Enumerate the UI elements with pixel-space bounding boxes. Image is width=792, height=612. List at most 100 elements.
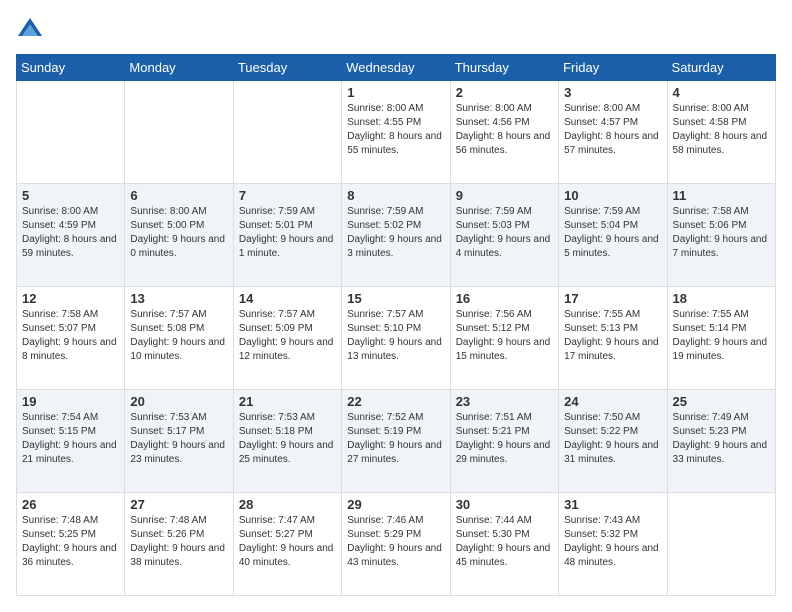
cell-content: Sunrise: 7:48 AM Sunset: 5:25 PM Dayligh… bbox=[22, 514, 119, 570]
day-number: 29 bbox=[347, 497, 444, 512]
cell-content: Sunrise: 7:58 AM Sunset: 5:07 PM Dayligh… bbox=[22, 308, 119, 364]
day-number: 28 bbox=[239, 497, 336, 512]
logo-icon bbox=[16, 16, 44, 44]
calendar-cell: 14Sunrise: 7:57 AM Sunset: 5:09 PM Dayli… bbox=[233, 287, 341, 390]
weekday-header-monday: Monday bbox=[125, 55, 233, 81]
day-number: 13 bbox=[130, 291, 227, 306]
day-number: 7 bbox=[239, 188, 336, 203]
cell-content: Sunrise: 7:55 AM Sunset: 5:14 PM Dayligh… bbox=[673, 308, 770, 364]
calendar-cell bbox=[125, 81, 233, 184]
day-number: 19 bbox=[22, 394, 119, 409]
calendar-cell: 24 Sunrise: 7:50 AM Sunset: 5:22 PM Dayli… bbox=[559, 390, 667, 493]
page: SundayMondayTuesdayWednesdayThursdayFrid… bbox=[0, 0, 792, 612]
day-number: 30 bbox=[456, 497, 553, 512]
calendar-cell: 11 Sunrise: 7:58 AM Sunset: 5:06 PM Dayli… bbox=[667, 184, 775, 287]
weekday-header-saturday: Saturday bbox=[667, 55, 775, 81]
cell-content: Sunrise: 7:44 AM Sunset: 5:30 PM Dayligh… bbox=[456, 514, 553, 570]
calendar-cell: 16Sunrise: 7:56 AM Sunset: 5:12 PM Dayli… bbox=[450, 287, 558, 390]
day-number: 11 bbox=[673, 188, 770, 203]
calendar-cell: 4 Sunrise: 8:00 AM Sunset: 4:58 PM Daylig… bbox=[667, 81, 775, 184]
day-number: 21 bbox=[239, 394, 336, 409]
calendar-cell: 13Sunrise: 7:57 AM Sunset: 5:08 PM Dayli… bbox=[125, 287, 233, 390]
calendar-cell: 30 Sunrise: 7:44 AM Sunset: 5:30 PM Dayli… bbox=[450, 493, 558, 596]
weekday-header-row: SundayMondayTuesdayWednesdayThursdayFrid… bbox=[17, 55, 776, 81]
calendar-cell: 10 Sunrise: 7:59 AM Sunset: 5:04 PM Dayli… bbox=[559, 184, 667, 287]
calendar-cell: 18 Sunrise: 7:55 AM Sunset: 5:14 PM Dayli… bbox=[667, 287, 775, 390]
calendar-cell: 5 Sunrise: 8:00 AM Sunset: 4:59 PM Daylig… bbox=[17, 184, 125, 287]
calendar-cell: 22 Sunrise: 7:52 AM Sunset: 5:19 PM Dayli… bbox=[342, 390, 450, 493]
cell-content: Sunrise: 7:57 AM Sunset: 5:10 PM Dayligh… bbox=[347, 308, 444, 364]
calendar-cell bbox=[667, 493, 775, 596]
day-number: 23 bbox=[456, 394, 553, 409]
day-number: 25 bbox=[673, 394, 770, 409]
calendar-cell: 26 Sunrise: 7:48 AM Sunset: 5:25 PM Dayli… bbox=[17, 493, 125, 596]
cell-content: Sunrise: 8:00 AM Sunset: 4:55 PM Dayligh… bbox=[347, 102, 444, 158]
calendar-week-row: 5 Sunrise: 8:00 AM Sunset: 4:59 PM Daylig… bbox=[17, 184, 776, 287]
day-number: 5 bbox=[22, 188, 119, 203]
calendar-cell: 3Sunrise: 8:00 AM Sunset: 4:57 PM Daylig… bbox=[559, 81, 667, 184]
day-number: 24 bbox=[564, 394, 661, 409]
cell-content: Sunrise: 7:57 AM Sunset: 5:09 PM Dayligh… bbox=[239, 308, 336, 364]
cell-content: Sunrise: 7:55 AM Sunset: 5:13 PM Dayligh… bbox=[564, 308, 661, 364]
calendar-cell: 12 Sunrise: 7:58 AM Sunset: 5:07 PM Dayli… bbox=[17, 287, 125, 390]
day-number: 31 bbox=[564, 497, 661, 512]
cell-content: Sunrise: 8:00 AM Sunset: 4:59 PM Dayligh… bbox=[22, 205, 119, 261]
calendar-cell: 23Sunrise: 7:51 AM Sunset: 5:21 PM Dayli… bbox=[450, 390, 558, 493]
weekday-header-friday: Friday bbox=[559, 55, 667, 81]
day-number: 22 bbox=[347, 394, 444, 409]
cell-content: Sunrise: 7:49 AM Sunset: 5:23 PM Dayligh… bbox=[673, 411, 770, 467]
day-number: 27 bbox=[130, 497, 227, 512]
day-number: 17 bbox=[564, 291, 661, 306]
calendar-week-row: 26 Sunrise: 7:48 AM Sunset: 5:25 PM Dayli… bbox=[17, 493, 776, 596]
header bbox=[16, 16, 776, 44]
weekday-header-wednesday: Wednesday bbox=[342, 55, 450, 81]
weekday-header-thursday: Thursday bbox=[450, 55, 558, 81]
day-number: 4 bbox=[673, 85, 770, 100]
day-number: 9 bbox=[456, 188, 553, 203]
calendar-cell: 15 Sunrise: 7:57 AM Sunset: 5:10 PM Dayli… bbox=[342, 287, 450, 390]
calendar-cell: 25 Sunrise: 7:49 AM Sunset: 5:23 PM Dayli… bbox=[667, 390, 775, 493]
calendar-table: SundayMondayTuesdayWednesdayThursdayFrid… bbox=[16, 54, 776, 596]
cell-content: Sunrise: 7:50 AM Sunset: 5:22 PM Dayligh… bbox=[564, 411, 661, 467]
weekday-header-tuesday: Tuesday bbox=[233, 55, 341, 81]
logo bbox=[16, 16, 48, 44]
calendar-cell: 9 Sunrise: 7:59 AM Sunset: 5:03 PM Daylig… bbox=[450, 184, 558, 287]
cell-content: Sunrise: 7:53 AM Sunset: 5:17 PM Dayligh… bbox=[130, 411, 227, 467]
cell-content: Sunrise: 8:00 AM Sunset: 4:57 PM Dayligh… bbox=[564, 102, 661, 158]
calendar-cell: 20Sunrise: 7:53 AM Sunset: 5:17 PM Dayli… bbox=[125, 390, 233, 493]
cell-content: Sunrise: 7:47 AM Sunset: 5:27 PM Dayligh… bbox=[239, 514, 336, 570]
cell-content: Sunrise: 8:00 AM Sunset: 4:56 PM Dayligh… bbox=[456, 102, 553, 158]
calendar-cell: 7 Sunrise: 7:59 AM Sunset: 5:01 PM Daylig… bbox=[233, 184, 341, 287]
day-number: 26 bbox=[22, 497, 119, 512]
calendar-cell: 27 Sunrise: 7:48 AM Sunset: 5:26 PM Dayli… bbox=[125, 493, 233, 596]
cell-content: Sunrise: 7:52 AM Sunset: 5:19 PM Dayligh… bbox=[347, 411, 444, 467]
calendar-cell: 29Sunrise: 7:46 AM Sunset: 5:29 PM Dayli… bbox=[342, 493, 450, 596]
day-number: 16 bbox=[456, 291, 553, 306]
cell-content: Sunrise: 7:59 AM Sunset: 5:01 PM Dayligh… bbox=[239, 205, 336, 261]
day-number: 18 bbox=[673, 291, 770, 306]
day-number: 10 bbox=[564, 188, 661, 203]
calendar-week-row: 12 Sunrise: 7:58 AM Sunset: 5:07 PM Dayli… bbox=[17, 287, 776, 390]
calendar-cell: 21Sunrise: 7:53 AM Sunset: 5:18 PM Dayli… bbox=[233, 390, 341, 493]
day-number: 1 bbox=[347, 85, 444, 100]
calendar-week-row: 1 Sunrise: 8:00 AM Sunset: 4:55 PM Daylig… bbox=[17, 81, 776, 184]
cell-content: Sunrise: 7:59 AM Sunset: 5:04 PM Dayligh… bbox=[564, 205, 661, 261]
day-number: 6 bbox=[130, 188, 227, 203]
cell-content: Sunrise: 7:58 AM Sunset: 5:06 PM Dayligh… bbox=[673, 205, 770, 261]
calendar-cell: 28 Sunrise: 7:47 AM Sunset: 5:27 PM Dayli… bbox=[233, 493, 341, 596]
calendar-cell bbox=[17, 81, 125, 184]
cell-content: Sunrise: 7:48 AM Sunset: 5:26 PM Dayligh… bbox=[130, 514, 227, 570]
calendar-cell: 2Sunrise: 8:00 AM Sunset: 4:56 PM Daylig… bbox=[450, 81, 558, 184]
cell-content: Sunrise: 8:00 AM Sunset: 4:58 PM Dayligh… bbox=[673, 102, 770, 158]
day-number: 8 bbox=[347, 188, 444, 203]
day-number: 12 bbox=[22, 291, 119, 306]
cell-content: Sunrise: 8:00 AM Sunset: 5:00 PM Dayligh… bbox=[130, 205, 227, 261]
calendar-cell: 31Sunrise: 7:43 AM Sunset: 5:32 PM Dayli… bbox=[559, 493, 667, 596]
calendar-cell: 19 Sunrise: 7:54 AM Sunset: 5:15 PM Dayli… bbox=[17, 390, 125, 493]
cell-content: Sunrise: 7:54 AM Sunset: 5:15 PM Dayligh… bbox=[22, 411, 119, 467]
day-number: 15 bbox=[347, 291, 444, 306]
calendar-week-row: 19 Sunrise: 7:54 AM Sunset: 5:15 PM Dayli… bbox=[17, 390, 776, 493]
cell-content: Sunrise: 7:59 AM Sunset: 5:02 PM Dayligh… bbox=[347, 205, 444, 261]
cell-content: Sunrise: 7:59 AM Sunset: 5:03 PM Dayligh… bbox=[456, 205, 553, 261]
calendar-cell bbox=[233, 81, 341, 184]
